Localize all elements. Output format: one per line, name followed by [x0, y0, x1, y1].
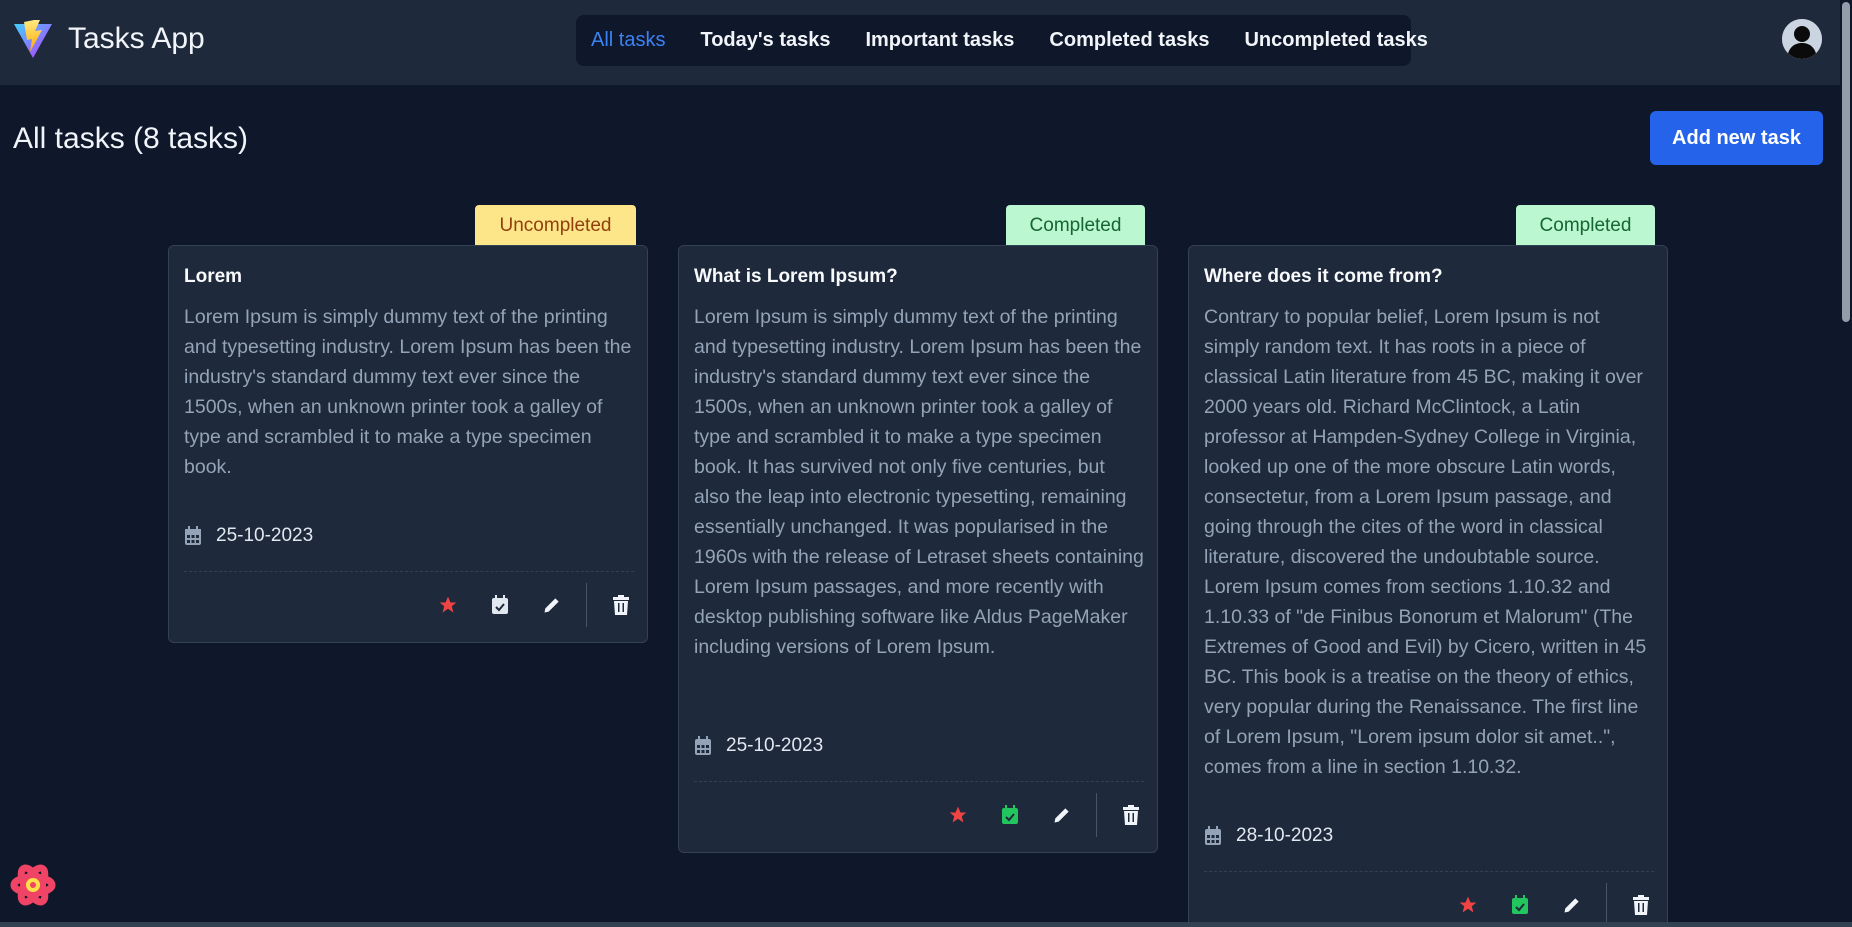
task-description: Lorem Ipsum is simply dummy text of the … — [694, 306, 1144, 658]
actions-separator — [1606, 883, 1607, 927]
trash-icon — [1123, 805, 1139, 825]
edit-button[interactable] — [526, 583, 578, 627]
user-silhouette-icon — [1782, 19, 1822, 59]
edit-button[interactable] — [1036, 793, 1088, 837]
delete-button[interactable] — [595, 583, 647, 627]
status-badge: Completed — [1516, 205, 1655, 246]
delete-button[interactable] — [1105, 793, 1157, 837]
task-date-text: 25-10-2023 — [726, 735, 824, 756]
task-actions — [932, 793, 1157, 837]
task-date-text: 25-10-2023 — [216, 525, 314, 546]
task-date-text: 28-10-2023 — [1236, 825, 1334, 846]
task-description: Lorem Ipsum is simply dummy text of the … — [184, 306, 632, 478]
important-toggle[interactable] — [1442, 883, 1494, 927]
star-icon — [439, 596, 457, 613]
task-title: Where does it come from? — [1204, 266, 1443, 287]
task-actions — [422, 583, 647, 627]
devtools-logo-icon[interactable] — [10, 862, 56, 908]
calendar-check-icon — [492, 595, 508, 614]
task-title: What is Lorem Ipsum? — [694, 266, 898, 287]
tab-uncompleted-tasks[interactable]: Uncompleted tasks — [1244, 29, 1427, 52]
important-toggle[interactable] — [932, 793, 984, 837]
important-toggle[interactable] — [422, 583, 474, 627]
actions-separator — [1096, 793, 1097, 837]
calendar-icon — [1205, 826, 1221, 845]
status-badge: Completed — [1006, 205, 1145, 246]
task-card: Lorem Lorem Ipsum is simply dummy text o… — [168, 245, 648, 643]
task-date: 25-10-2023 — [184, 525, 313, 547]
status-badge: Uncompleted — [475, 205, 636, 246]
task-title: Lorem — [184, 266, 243, 287]
task-actions — [1442, 883, 1667, 927]
trash-icon — [613, 595, 629, 615]
task-date: 28-10-2023 — [1204, 825, 1333, 847]
app-header: Tasks App All tasks Today's tasks Import… — [0, 0, 1852, 85]
add-new-task-button[interactable]: Add new task — [1650, 111, 1823, 165]
card-divider — [1204, 871, 1654, 872]
completed-toggle[interactable] — [474, 583, 526, 627]
actions-separator — [586, 583, 587, 627]
task-date: 25-10-2023 — [694, 735, 823, 757]
pencil-icon — [1054, 808, 1069, 823]
tab-important-tasks[interactable]: Important tasks — [865, 29, 1014, 52]
star-icon — [949, 806, 967, 823]
calendar-check-icon — [1002, 805, 1018, 824]
calendar-check-icon — [1512, 895, 1528, 914]
scrollbar-thumb[interactable] — [1842, 2, 1850, 322]
calendar-icon — [185, 526, 201, 545]
star-icon — [1459, 896, 1477, 913]
page-title: All tasks (8 tasks) — [13, 122, 249, 155]
user-avatar[interactable] — [1782, 19, 1822, 59]
pencil-icon — [1564, 898, 1579, 913]
card-divider — [694, 781, 1144, 782]
pencil-icon — [544, 598, 559, 613]
app-title[interactable]: Tasks App — [68, 22, 205, 56]
completed-toggle[interactable] — [984, 793, 1036, 837]
delete-button[interactable] — [1615, 883, 1667, 927]
completed-toggle[interactable] — [1494, 883, 1546, 927]
task-card: What is Lorem Ipsum? Lorem Ipsum is simp… — [678, 245, 1158, 853]
tab-all-tasks[interactable]: All tasks — [591, 29, 665, 52]
trash-icon — [1633, 895, 1649, 915]
nav-tabs: All tasks Today's tasks Important tasks … — [576, 15, 1428, 66]
edit-button[interactable] — [1546, 883, 1598, 927]
vite-logo-icon[interactable] — [12, 18, 54, 60]
bottom-edge — [0, 922, 1852, 927]
card-divider — [184, 571, 634, 572]
task-description: Contrary to popular belief, Lorem Ipsum … — [1204, 306, 1647, 778]
tab-completed-tasks[interactable]: Completed tasks — [1049, 29, 1209, 52]
calendar-icon — [695, 736, 711, 755]
task-card: Where does it come from? Contrary to pop… — [1188, 245, 1668, 927]
tab-todays-tasks[interactable]: Today's tasks — [700, 29, 830, 52]
